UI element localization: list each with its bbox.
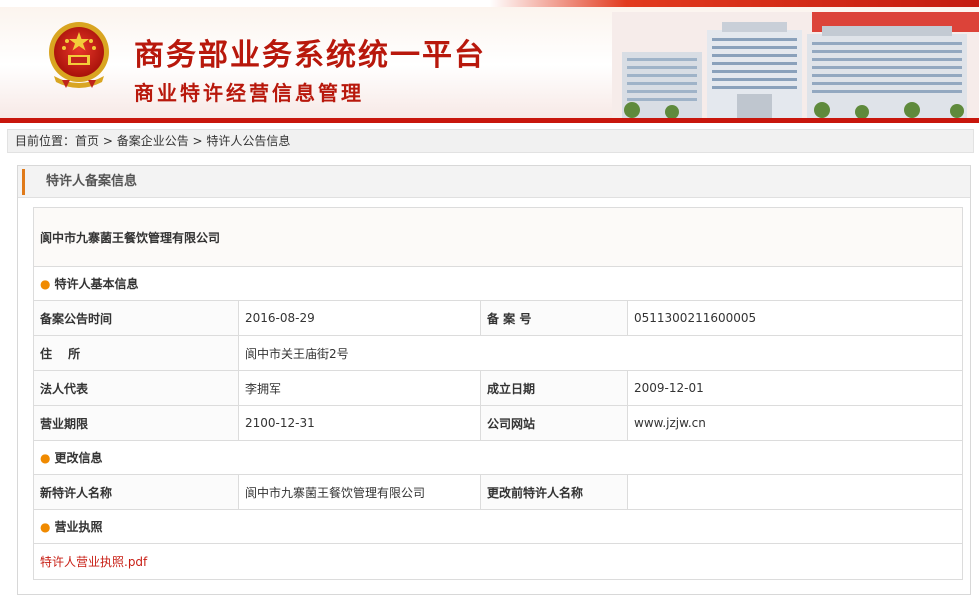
bullet-dot-icon: ● xyxy=(40,451,51,465)
filing-number-value: 0511300211600005 xyxy=(626,300,964,336)
business-term-value: 2100-12-31 xyxy=(238,405,481,441)
address-label: 住 所 xyxy=(33,335,239,371)
section-title: 营业执照 xyxy=(54,520,103,534)
table-row: 住 所 阆中市关王庙街2号 xyxy=(33,335,964,371)
panel-title: 特许人备案信息 xyxy=(46,174,138,189)
address-value: 阆中市关王庙街2号 xyxy=(237,335,964,371)
section-title: 更改信息 xyxy=(54,451,103,465)
filing-date-label: 备案公告时间 xyxy=(33,300,239,336)
breadcrumb-separator: > xyxy=(188,134,207,148)
filing-date-value: 2016-08-29 xyxy=(238,300,481,336)
breadcrumb-prefix: 目前位置： xyxy=(15,134,76,148)
license-file-cell: 特许人营业执照.pdf xyxy=(32,543,964,580)
company-name: 阆中市九寨菌王餐饮管理有限公司 xyxy=(32,207,964,267)
platform-title: 商务部业务系统统一平台 xyxy=(134,38,486,73)
platform-subtitle: 商业特许经营信息管理 xyxy=(134,81,364,105)
old-franchisor-name-value xyxy=(626,474,964,510)
website-value: www.jzjw.cn xyxy=(626,405,964,441)
company-name-row: 阆中市九寨菌王餐饮管理有限公司 xyxy=(32,207,964,267)
section-basic-info: ● 特许人基本信息 xyxy=(32,266,964,301)
breadcrumb-separator: > xyxy=(99,134,117,148)
section-header-row: ● 更改信息 xyxy=(32,440,964,475)
section-title: 特许人基本信息 xyxy=(54,277,139,291)
business-term-label: 营业期限 xyxy=(33,405,239,441)
header-bottom-line xyxy=(0,118,979,123)
panel-header: 特许人备案信息 xyxy=(18,166,970,198)
filing-info-panel: 特许人备案信息 阆中市九寨菌王餐饮管理有限公司 ● 特许人基本信息 备案公告时间 … xyxy=(17,165,971,595)
section-header-row: ● 营业执照 xyxy=(32,509,964,544)
ministry-building-image xyxy=(612,12,979,118)
license-pdf-link[interactable]: 特许人营业执照.pdf xyxy=(40,555,147,569)
bullet-dot-icon: ● xyxy=(40,277,51,291)
franchisor-info-table: 阆中市九寨菌王餐饮管理有限公司 ● 特许人基本信息 备案公告时间 2016-08-… xyxy=(32,207,964,580)
section-header-row: ● 特许人基本信息 xyxy=(32,266,964,301)
established-date-label: 成立日期 xyxy=(480,370,628,406)
breadcrumb: 目前位置：首页 > 备案企业公告 > 特许人公告信息 xyxy=(7,129,974,153)
website-label: 公司网站 xyxy=(480,405,628,441)
table-row: 特许人营业执照.pdf xyxy=(32,543,964,580)
filing-number-label: 备 案 号 xyxy=(480,300,628,336)
new-franchisor-name-value: 阆中市九寨菌王餐饮管理有限公司 xyxy=(238,474,481,510)
legal-rep-value: 李拥军 xyxy=(238,370,481,406)
new-franchisor-name-label: 新特许人名称 xyxy=(33,474,239,510)
panel-header-accent-bar xyxy=(22,169,25,195)
breadcrumb-level1-link[interactable]: 备案企业公告 xyxy=(117,134,189,148)
table-row: 备案公告时间 2016-08-29 备 案 号 0511300211600005 xyxy=(33,300,964,336)
old-franchisor-name-label: 更改前特许人名称 xyxy=(480,474,628,510)
bullet-dot-icon: ● xyxy=(40,520,51,534)
national-emblem-icon xyxy=(49,22,109,88)
header-top-stripe xyxy=(0,0,979,7)
legal-rep-label: 法人代表 xyxy=(33,370,239,406)
breadcrumb-current: 特许人公告信息 xyxy=(206,134,291,148)
table-row: 营业期限 2100-12-31 公司网站 www.jzjw.cn xyxy=(33,405,964,441)
section-license: ● 营业执照 xyxy=(32,509,964,544)
site-header: 商务部业务系统统一平台 商业特许经营信息管理 xyxy=(0,0,979,118)
breadcrumb-home-link[interactable]: 首页 xyxy=(75,134,99,148)
table-row: 法人代表 李拥军 成立日期 2009-12-01 xyxy=(33,370,964,406)
table-row: 新特许人名称 阆中市九寨菌王餐饮管理有限公司 更改前特许人名称 xyxy=(33,474,964,510)
section-change-info: ● 更改信息 xyxy=(32,440,964,475)
established-date-value: 2009-12-01 xyxy=(626,370,964,406)
